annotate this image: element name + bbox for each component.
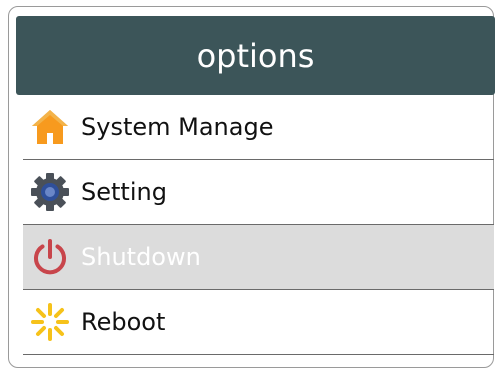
home-icon [29,106,71,148]
menu-item-reboot[interactable]: Reboot [23,290,494,355]
menu-item-label: Reboot [81,308,166,336]
menu-item-label: Setting [81,178,167,206]
reboot-sun-icon [29,301,71,343]
menu-item-shutdown: Shutdown [23,224,494,290]
menu-item-label: Shutdown [81,243,201,271]
menu-item-setting[interactable]: Setting [23,160,494,225]
menu-item-system-manage[interactable]: System Manage [23,95,494,160]
power-icon [29,236,71,278]
options-header: options [16,16,495,95]
menu-item-label: System Manage [81,113,274,141]
header-title: options [196,36,315,75]
options-menu: System Manage Setting Shutdown Reboot [23,95,494,355]
gear-icon [29,171,71,213]
